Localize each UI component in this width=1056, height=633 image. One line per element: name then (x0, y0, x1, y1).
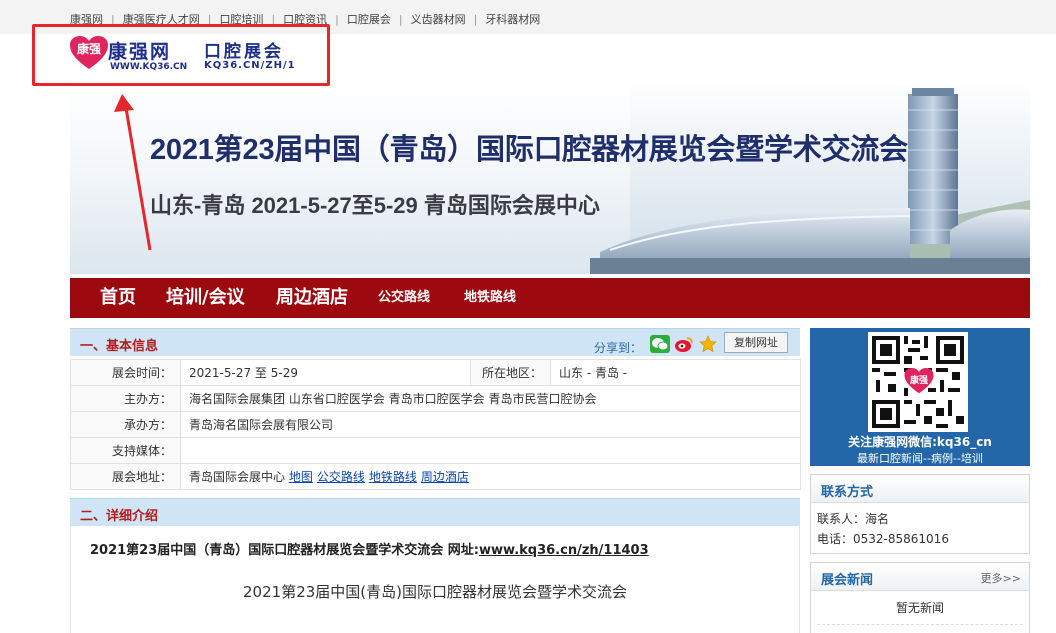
media-label: 支持媒体： (70, 437, 181, 464)
address-subway-link[interactable]: 地铁路线 (369, 470, 417, 484)
nav-training[interactable]: 培训/会议 (166, 278, 245, 318)
detail-url-link[interactable]: www.kq36.cn/zh/11403 (479, 543, 649, 558)
contact-title: 联系方式 (821, 485, 874, 500)
qr-badge-label: 康强 (909, 376, 928, 386)
detail-heading: 2021第23届中国(青岛)国际口腔器材展览会暨学术交流会 (243, 583, 627, 601)
top-link-separator: | (473, 13, 478, 26)
top-link-denture[interactable]: 义齿器材网 (411, 13, 466, 26)
host-label: 主办方： (70, 385, 181, 412)
address-label: 展会地址： (70, 463, 181, 490)
expo-banner: 2021第23届中国（青岛）国际口腔器材展览会暨学术交流会 山东-青岛 2021… (70, 80, 1030, 274)
basic-info-title: 一、基本信息 (80, 339, 159, 354)
address-hotel-link[interactable]: 周边酒店 (421, 470, 469, 484)
contact-person: 联系人：海名 (817, 512, 890, 526)
table-row: 承办方： 青岛海名国际会展有限公司 (70, 411, 801, 438)
copy-url-button[interactable]: 复制网址 (724, 332, 788, 353)
detail-url-line: 2021第23届中国（青岛）国际口腔器材展览会暨学术交流会 网址:www.kq3… (90, 539, 649, 558)
wechat-qr-panel: 康强 关注康强网微信:kq36_cn 最新口腔新闻--病例--培训 (810, 328, 1030, 466)
organizer-label: 承办方： (70, 411, 181, 438)
weibo-icon[interactable] (674, 335, 694, 353)
media-value (180, 437, 801, 464)
basic-info-header: 一、基本信息 分享到： 复制网址 (70, 328, 800, 356)
nav-hotels[interactable]: 周边酒店 (276, 278, 348, 318)
news-panel: 展会新闻 更多>> 暂无新闻 (810, 562, 1030, 633)
news-empty: 暂无新闻 (817, 591, 1023, 625)
contact-panel: 联系方式 联系人：海名 电话：0532-85861016 (810, 474, 1030, 554)
contact-header: 联系方式 (811, 475, 1029, 503)
region-label: 所在地区： (470, 359, 551, 386)
address-map-link[interactable]: 地图 (289, 470, 313, 484)
highlight-box (32, 24, 330, 86)
nav-subway-routes[interactable]: 地铁路线 (464, 278, 516, 318)
top-link-separator: | (335, 13, 339, 26)
news-title: 展会新闻 (821, 573, 874, 588)
top-link-separator: | (398, 13, 403, 26)
main-nav: 首页 培训/会议 周边酒店 公交路线 地铁路线 (70, 278, 1030, 318)
region-value: 山东 - 青岛 - (550, 359, 801, 386)
table-row: 展会时间： 2021-5-27 至 5-29 所在地区： 山东 - 青岛 - (70, 359, 801, 386)
convention-center-illustration (590, 80, 1030, 274)
time-value: 2021-5-27 至 5-29 (180, 359, 471, 386)
detail-header: 二、详细介绍 (70, 498, 800, 526)
table-row: 支持媒体： (70, 437, 801, 464)
table-row: 主办方： 海名国际会展集团 山东省口腔医学会 青岛市口腔医学会 青岛市民营口腔协… (70, 385, 801, 412)
time-label: 展会时间： (70, 359, 181, 386)
news-more-link[interactable]: 更多>> (981, 570, 1021, 586)
nav-bus-routes[interactable]: 公交路线 (378, 278, 430, 318)
detail-url-prefix: 2021第23届中国（青岛）国际口腔器材展览会暨学术交流会 网址: (90, 543, 479, 558)
favorite-star-icon[interactable] (698, 335, 718, 353)
basic-info-table: 展会时间： 2021-5-27 至 5-29 所在地区： 山东 - 青岛 - 主… (70, 359, 801, 490)
table-row: 展会地址： 青岛国际会展中心 地图 公交路线 地铁路线 周边酒店 (70, 463, 801, 490)
top-link-expo[interactable]: 口腔展会 (347, 13, 391, 26)
qr-caption: 关注康强网微信:kq36_cn (848, 435, 992, 449)
qr-subcaption: 最新口腔新闻--病例--培训 (857, 452, 983, 465)
organizer-value: 青岛海名国际会展有限公司 (180, 411, 801, 438)
address-cell: 青岛国际会展中心 地图 公交路线 地铁路线 周边酒店 (180, 463, 801, 490)
banner-title: 2021第23届中国（青岛）国际口腔器材展览会暨学术交流会 (150, 134, 908, 166)
wechat-icon[interactable] (650, 335, 670, 353)
host-value: 海名国际会展集团 山东省口腔医学会 青岛市口腔医学会 青岛市民营口腔协会 (180, 385, 801, 412)
top-link-dental-equipment[interactable]: 牙科器材网 (485, 13, 540, 26)
address-bus-link[interactable]: 公交路线 (317, 470, 365, 484)
contact-phone: 电话：0532-85861016 (817, 532, 949, 546)
address-value: 青岛国际会展中心 (189, 470, 286, 484)
share-label: 分享到： (594, 341, 643, 355)
detail-title: 二、详细介绍 (80, 509, 159, 524)
banner-subtitle: 山东-青岛 2021-5-27至5-29 青岛国际会展中心 (150, 193, 600, 218)
nav-home[interactable]: 首页 (100, 278, 136, 318)
news-header: 展会新闻 更多>> (811, 563, 1029, 591)
